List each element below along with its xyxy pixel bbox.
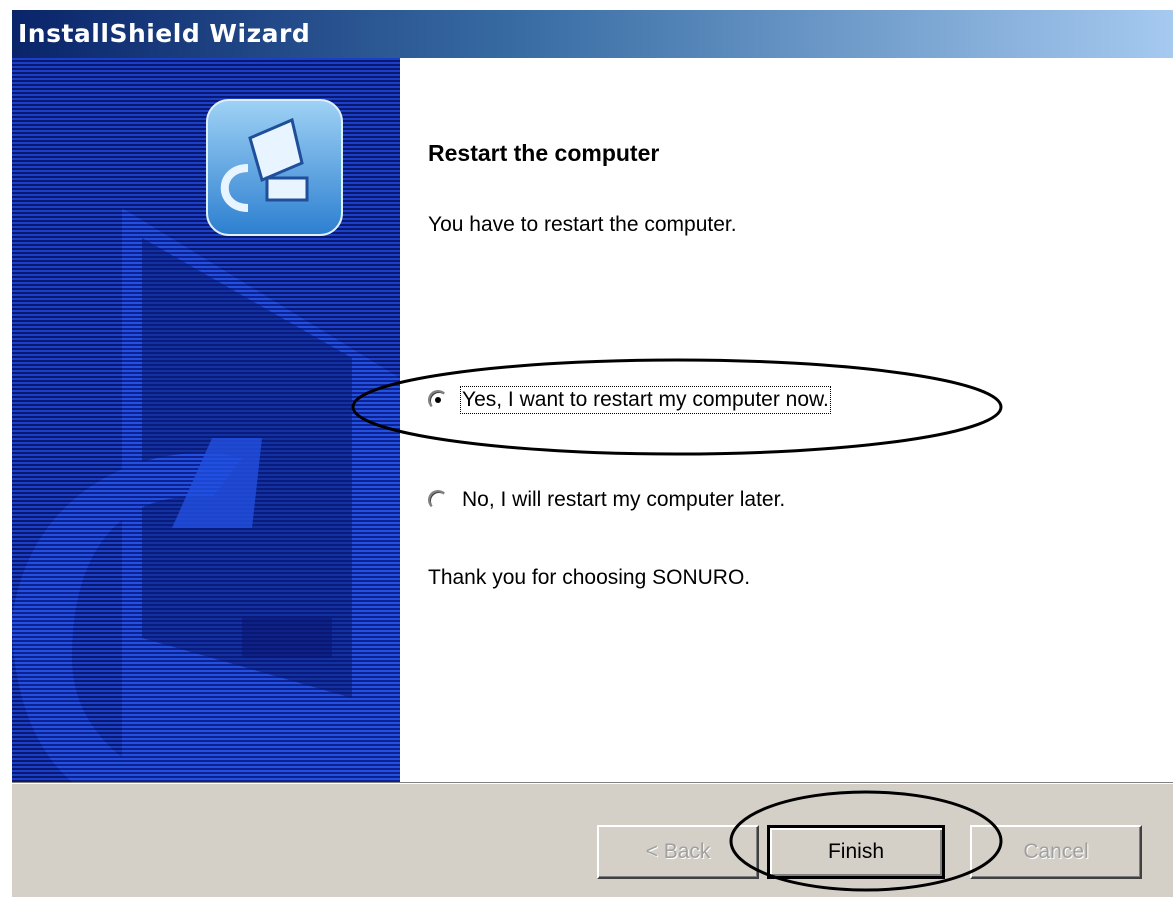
restart-later-label[interactable]: No, I will restart my computer later. bbox=[462, 488, 785, 512]
page-description: You have to restart the computer. bbox=[428, 213, 737, 236]
button-separator bbox=[12, 782, 1173, 784]
restart-now-radio[interactable] bbox=[428, 390, 448, 410]
side-banner-image bbox=[12, 58, 400, 782]
cancel-button[interactable]: Cancel bbox=[970, 825, 1142, 879]
restart-now-option[interactable]: Yes, I want to restart my computer now. bbox=[428, 386, 831, 414]
title-bar[interactable]: InstallShield Wizard bbox=[12, 10, 1173, 58]
installshield-window: InstallShield Wizard Restart the compute… bbox=[10, 10, 1173, 897]
wizard-text-area: Restart the computer You have to restart… bbox=[428, 58, 1173, 782]
page-heading: Restart the computer bbox=[428, 140, 660, 166]
restart-later-option[interactable]: No, I will restart my computer later. bbox=[428, 488, 785, 512]
wizard-content: Restart the computer You have to restart… bbox=[12, 58, 1173, 782]
thank-you-text: Thank you for choosing SONURO. bbox=[428, 566, 751, 589]
finish-button[interactable]: Finish bbox=[767, 825, 945, 879]
window-title: InstallShield Wizard bbox=[18, 19, 311, 48]
back-button[interactable]: < Back bbox=[597, 825, 759, 879]
restart-now-label[interactable]: Yes, I want to restart my computer now. bbox=[460, 386, 831, 414]
restart-later-radio[interactable] bbox=[428, 490, 448, 510]
banner-artwork bbox=[12, 58, 400, 782]
